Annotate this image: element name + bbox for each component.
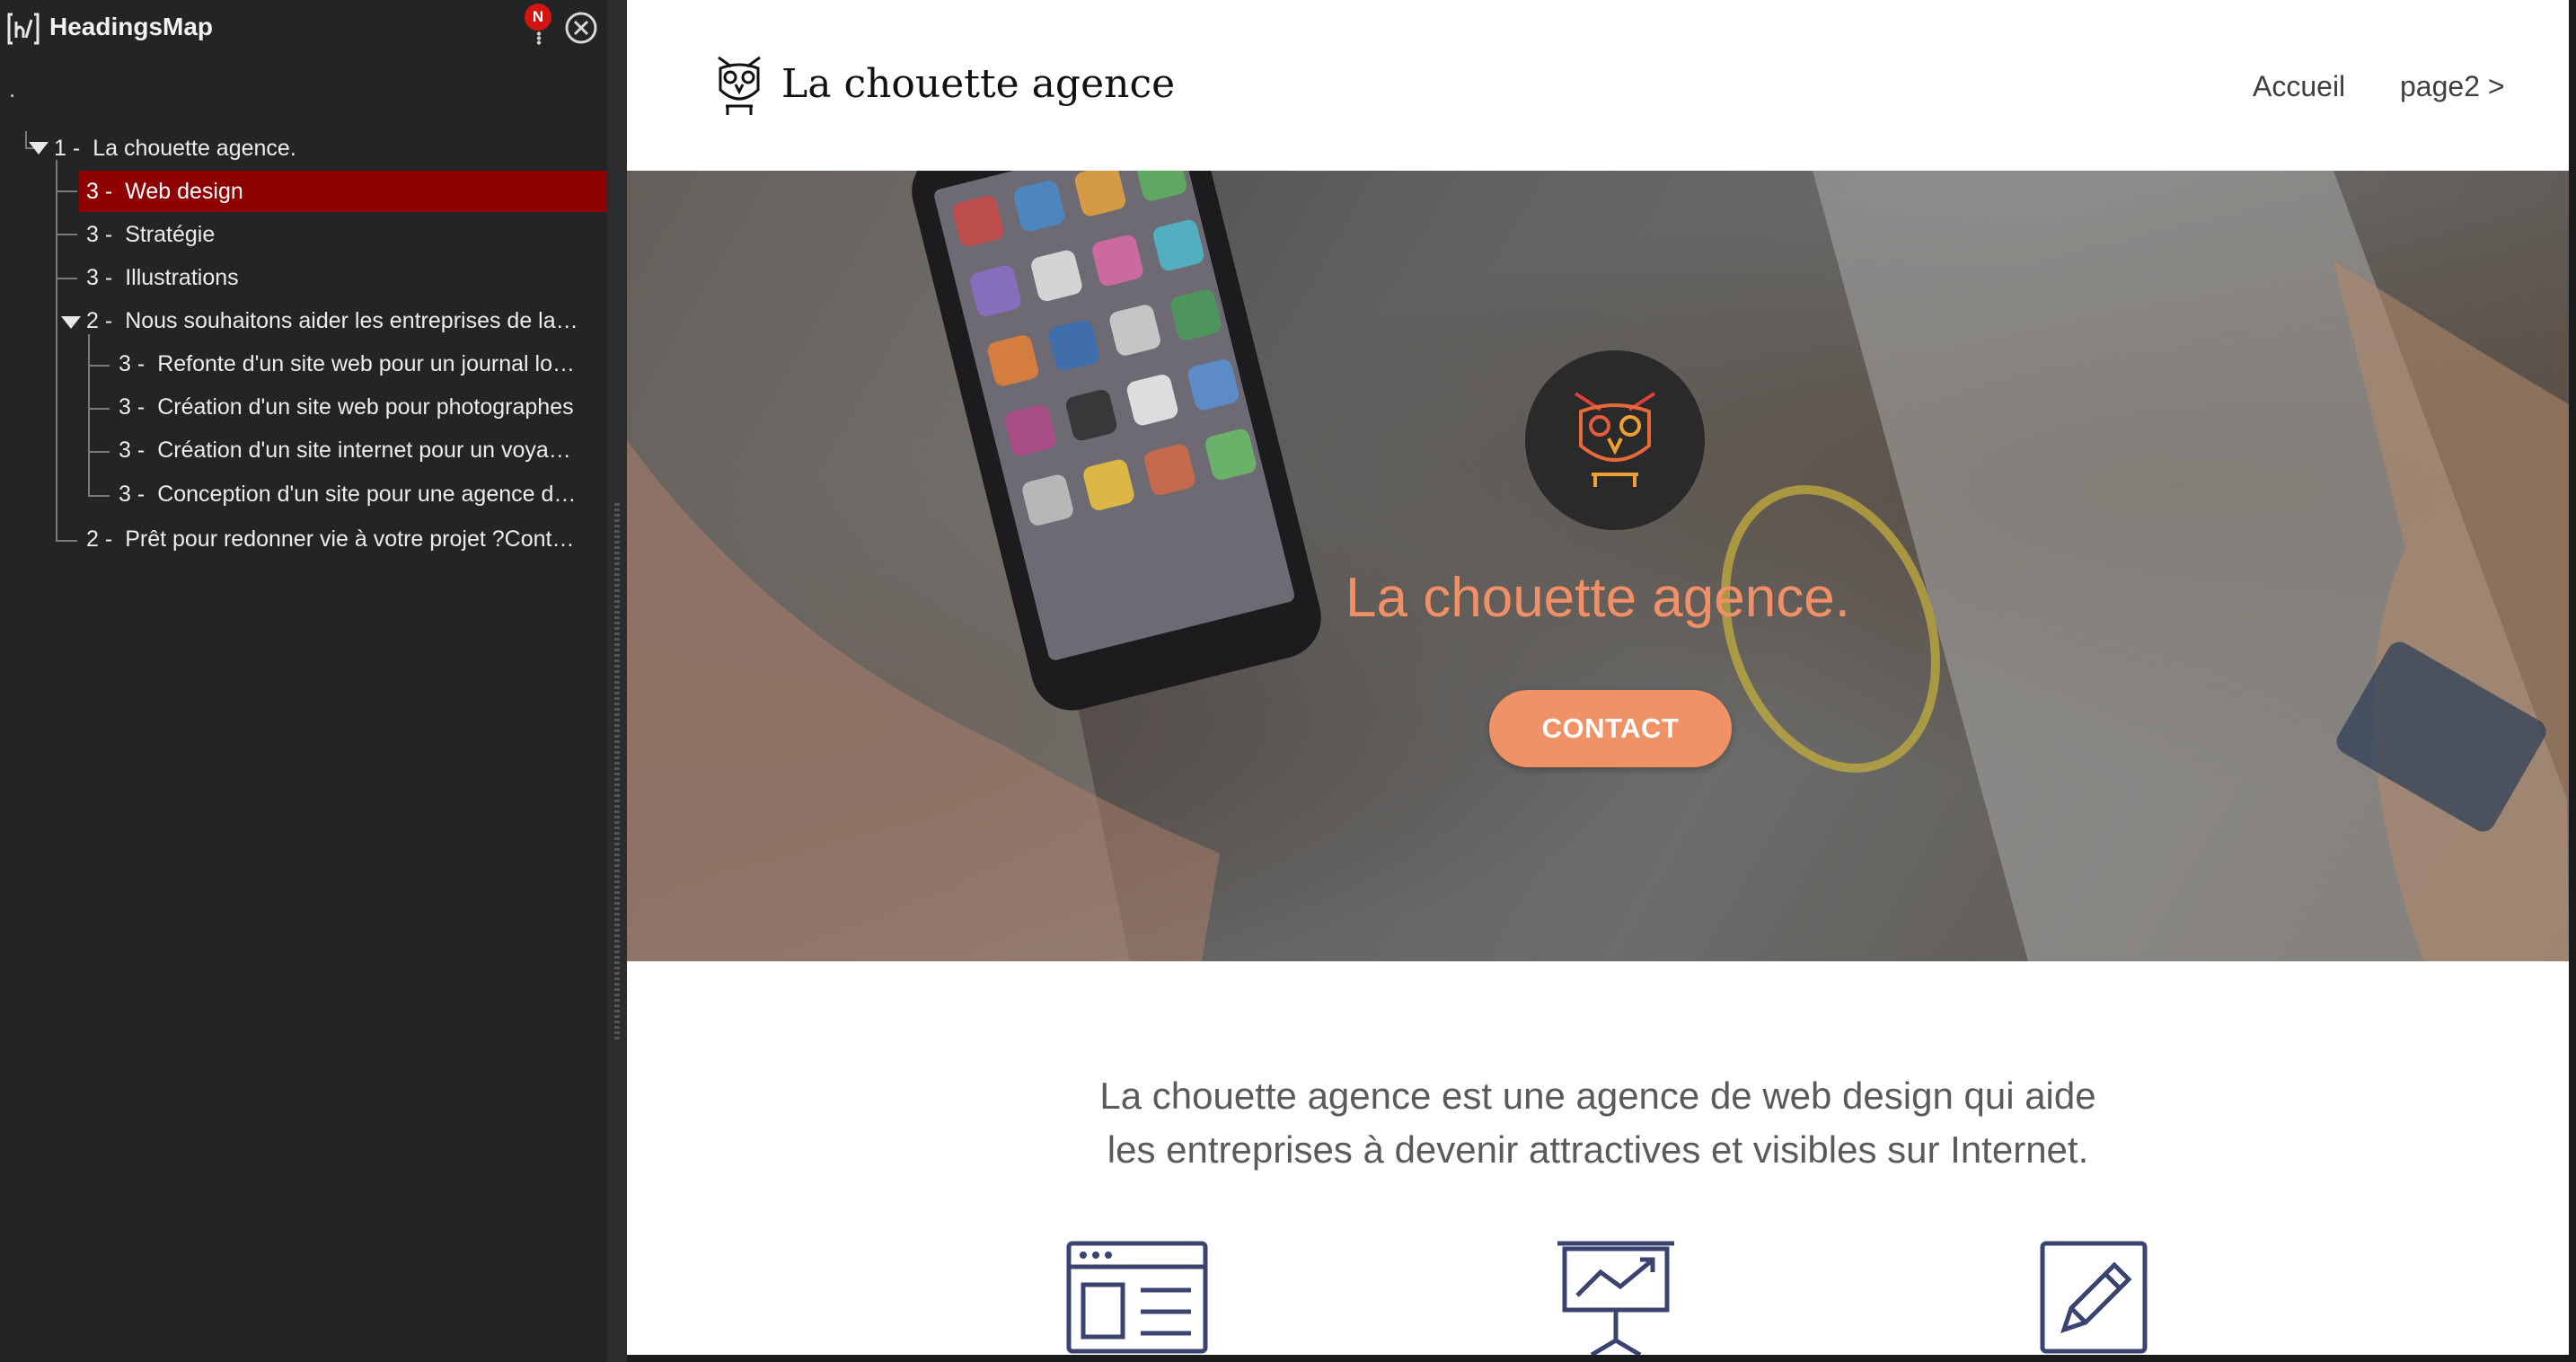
tree-line [56, 190, 77, 192]
notification-badge: N [525, 4, 551, 31]
panel-resize-handle[interactable] [614, 503, 620, 1042]
collapse-toggle-icon[interactable] [61, 316, 81, 329]
tree-line [56, 160, 57, 541]
heading-level: 3 - [119, 482, 146, 507]
heading-item[interactable]: 2 - Nous souhaitons aider les entreprises… [86, 300, 598, 341]
heading-level: 3 - [119, 351, 146, 376]
presentation-chart-icon [1557, 1241, 1674, 1355]
tree-line [88, 334, 90, 496]
heading-text: Stratégie [125, 222, 216, 247]
heading-level: 2 - [86, 308, 113, 333]
collapse-toggle-icon[interactable] [29, 142, 49, 155]
heading-item[interactable]: 3 - Refonte d'un site web pour un journal… [119, 343, 598, 385]
heading-text: Web design [125, 179, 243, 204]
headingsmap-panel: HeadingsMap N . 1 - La chouette agence. 3… [0, 0, 607, 1362]
panel-title: HeadingsMap [49, 13, 214, 40]
tree-line [25, 131, 27, 147]
heading-item[interactable]: 2 - Prêt pour redonner vie à votre projet… [86, 518, 598, 560]
heading-item[interactable]: 3 - Conception d'un site pour une agence … [119, 473, 598, 515]
tree-line [88, 451, 110, 453]
nav-link-page2[interactable]: page2 > [2400, 70, 2505, 103]
notifications-button[interactable]: N [525, 4, 555, 45]
tree-line [56, 540, 77, 542]
tree-root-marker: . [9, 75, 16, 102]
headingsmap-logo-icon [7, 13, 40, 45]
site-header: La chouette agence Accueil page2 > [627, 0, 2569, 171]
tree-line [88, 495, 110, 497]
heading-item[interactable]: 3 - Création d'un site web pour photograp… [119, 386, 598, 428]
heading-level: 3 - [119, 438, 146, 463]
heading-text: Nous souhaitons aider les entreprises de… [125, 308, 578, 333]
tree-line [88, 408, 110, 410]
web-layout-icon [1066, 1241, 1208, 1354]
intro-paragraph: La chouette agence est une agence de web… [627, 1069, 2569, 1177]
owl-logo-icon [718, 56, 761, 115]
website-viewport: La chouette agence Accueil page2 > La ch… [627, 0, 2569, 1355]
close-panel-icon[interactable] [564, 11, 598, 45]
intro-line: les entreprises à devenir attractives et… [1107, 1128, 2089, 1171]
hero-title: La chouette agence. [1345, 567, 1850, 629]
heading-item[interactable]: 3 - Illustrations [86, 257, 598, 298]
heading-item-active[interactable]: 3 - Web design [79, 171, 607, 212]
heading-level: 3 - [86, 265, 113, 290]
heading-level: 2 - [86, 526, 113, 552]
heading-text: Illustrations [125, 265, 239, 290]
heading-text: Création d'un site web pour photographes [157, 394, 574, 420]
heading-text: Conception d'un site pour une agence d… [157, 482, 577, 507]
heading-text: Refonte d'un site web pour un journal lo… [157, 351, 575, 376]
contact-button[interactable]: CONTACT [1489, 690, 1732, 767]
heading-text: Création d'un site internet pour un voya… [157, 438, 571, 463]
window-edge [2569, 0, 2576, 1362]
heading-text: Prêt pour redonner vie à votre projet ?C… [125, 526, 575, 552]
heading-item[interactable]: 3 - Stratégie [86, 214, 598, 255]
heading-level: 3 - [86, 179, 113, 204]
more-options-icon [536, 31, 542, 45]
brand-name: La chouette agence [781, 61, 1176, 107]
pencil-icon [2040, 1241, 2148, 1354]
panel-header: HeadingsMap N [0, 0, 607, 57]
heading-item[interactable]: 3 - Création d'un site internet pour un v… [119, 429, 598, 471]
heading-text: La chouette agence. [93, 136, 296, 161]
intro-line: La chouette agence est une agence de web… [1099, 1075, 2096, 1117]
heading-level: 1 - [54, 136, 81, 161]
heading-level: 3 - [119, 394, 146, 420]
heading-item[interactable]: 1 - La chouette agence. [54, 128, 593, 169]
heading-level: 3 - [86, 222, 113, 247]
window-edge [627, 1355, 2576, 1362]
nav-link-home[interactable]: Accueil [2253, 70, 2345, 103]
hero-owl-emblem [1525, 350, 1705, 530]
owl-logo-icon [1574, 392, 1656, 487]
tree-line [56, 278, 77, 279]
tree-line [88, 365, 110, 367]
tree-line [56, 234, 77, 235]
hero-banner: La chouette agence. CONTACT [627, 171, 2569, 961]
